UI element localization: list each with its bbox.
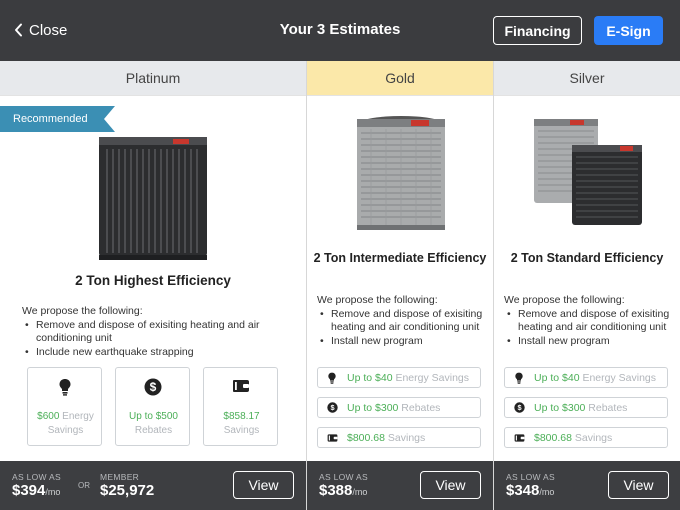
proposal-intro: We propose the following: [317, 294, 438, 306]
savings-row: $800.68 Savings [317, 427, 481, 448]
product-name: 2 Ton Highest Efficiency [75, 273, 231, 288]
proposal-list: We propose the following: Remove and dis… [317, 294, 492, 348]
dollar-icon: $ [326, 402, 338, 413]
financing-button[interactable]: Financing [493, 16, 582, 45]
column-divider [493, 61, 494, 510]
rebates-row: $ Up to $300 Rebates [317, 397, 481, 418]
energy-savings-label: Energy Savings [395, 371, 470, 384]
view-button-gold[interactable]: View [420, 471, 481, 499]
top-bar: Close Your 3 Estimates Financing E-Sign [0, 0, 680, 61]
tier-header-platinum: Platinum [0, 61, 306, 96]
rebates-label: Rebates [134, 424, 173, 436]
rebates-label: Rebates [401, 401, 441, 414]
energy-savings-value: Up to $40 [347, 371, 393, 384]
lightbulb-icon [328, 372, 336, 384]
column-divider [306, 61, 307, 510]
savings-box: $858.17 Savings [203, 367, 278, 446]
close-button[interactable]: Close [14, 20, 67, 40]
product-name: 2 Ton Intermediate Efficiency [313, 251, 487, 265]
close-label: Close [29, 21, 68, 39]
savings-value: $858.17 [223, 411, 260, 422]
svg-text:$: $ [149, 380, 156, 394]
energy-savings-box: $600 Energy Savings [27, 367, 102, 446]
ac-unit-image [534, 119, 642, 225]
dollar-icon: $ [144, 378, 161, 396]
svg-text:$: $ [330, 403, 334, 412]
proposal-intro: We propose the following: [22, 305, 143, 317]
wallet-icon [232, 380, 249, 392]
rebates-label: Rebates [588, 401, 628, 414]
as-low-as-label: AS LOW AS [319, 472, 368, 482]
gold-price-bar: AS LOW AS $388/mo View [307, 461, 493, 510]
rebates-value: Up to $300 [347, 401, 399, 414]
savings-value: $800.68 [534, 431, 572, 444]
monthly-price: $394/mo [12, 482, 61, 499]
as-low-as-label: AS LOW AS [506, 472, 555, 482]
dollar-icon: $ [513, 402, 525, 413]
lightbulb-icon [515, 372, 523, 384]
proposal-item: Remove and dispose of exisiting heating … [22, 319, 292, 346]
ac-unit-image [357, 116, 445, 230]
rebates-row: $ Up to $300 Rebates [504, 397, 668, 418]
energy-savings-row: Up to $40 Energy Savings [504, 367, 668, 388]
product-name: 2 Ton Standard Efficiency [510, 251, 664, 265]
platinum-price-bar: AS LOW AS $394/mo OR MEMBER $25,972 View [0, 461, 306, 510]
proposal-intro: We propose the following: [504, 294, 625, 306]
proposal-item: Install new program [317, 335, 492, 349]
tier-header-silver: Silver [494, 61, 680, 96]
ac-unit-image [99, 137, 207, 260]
savings-label: Savings [574, 431, 613, 444]
energy-savings-row: Up to $40 Energy Savings [317, 367, 481, 388]
esign-button[interactable]: E-Sign [594, 16, 663, 45]
monthly-price: $388/mo [319, 482, 368, 499]
silver-estimate-card: Silver 2 Ton Standard Efficiency We prop… [494, 61, 680, 510]
chevron-left-icon [15, 23, 22, 37]
savings-row: $800.68 Savings [504, 427, 668, 448]
rebates-value: Up to $500 [129, 411, 178, 422]
member-price: $25,972 [100, 482, 155, 499]
wallet-icon [327, 433, 337, 442]
proposal-item: Install new program [504, 335, 679, 349]
savings-label: Savings [387, 431, 426, 444]
savings-value: $800.68 [347, 431, 385, 444]
member-label: MEMBER [100, 472, 140, 482]
monthly-price: $348/mo [506, 482, 555, 499]
recommended-badge-label: Recommended [13, 113, 88, 125]
view-button-silver[interactable]: View [608, 471, 669, 499]
platinum-estimate-card: Platinum Recommended 2 Ton Highest Effic… [0, 61, 306, 510]
as-low-as-label: AS LOW AS [12, 472, 61, 482]
lightbulb-icon [59, 379, 70, 396]
energy-savings-value: Up to $40 [534, 371, 580, 384]
proposal-list: We propose the following: Remove and dis… [504, 294, 679, 348]
wallet-icon [514, 433, 524, 442]
proposal-item: Remove and dispose of exisiting heating … [317, 308, 492, 335]
proposal-item: Remove and dispose of exisiting heating … [504, 308, 679, 335]
energy-savings-label: Energy Savings [582, 371, 657, 384]
or-separator: OR [78, 481, 90, 490]
svg-text:$: $ [517, 403, 521, 412]
rebates-box: $ Up to $500 Rebates [115, 367, 190, 446]
savings-label: Savings [223, 424, 260, 436]
energy-savings-value: $600 [37, 411, 60, 422]
view-button-platinum[interactable]: View [233, 471, 294, 499]
silver-price-bar: AS LOW AS $348/mo View [494, 461, 680, 510]
proposal-list: We propose the following: Remove and dis… [22, 305, 292, 359]
rebates-value: Up to $300 [534, 401, 586, 414]
gold-estimate-card: Gold 2 Ton Intermediate Efficiency We pr… [307, 61, 493, 510]
tier-header-gold: Gold [307, 61, 493, 96]
proposal-item: Include new earthquake strapping [22, 346, 292, 360]
